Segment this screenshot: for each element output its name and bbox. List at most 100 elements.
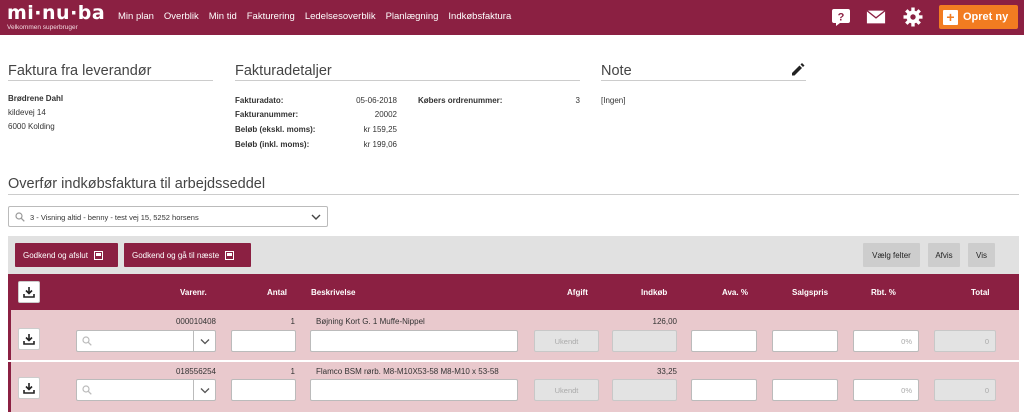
divider: [235, 80, 580, 81]
search-icon: [82, 385, 92, 397]
divider: [193, 331, 194, 351]
save-icon: [93, 250, 103, 260]
description-input[interactable]: [310, 330, 518, 352]
supplier-name: Brødrene Dahl: [8, 94, 64, 103]
total-input[interactable]: 0: [934, 330, 996, 352]
description-input[interactable]: [310, 379, 518, 401]
edit-pencil-icon[interactable]: [790, 62, 805, 77]
fee-placeholder: Ukendt: [554, 337, 579, 346]
sales-price-input[interactable]: [772, 330, 838, 352]
col-item-no: Varenr.: [180, 288, 207, 297]
invoice-number-label: Fakturanummer:: [235, 110, 299, 119]
approve-and-next-button[interactable]: Godkend og gå til næste: [124, 243, 251, 267]
approve-and-close-label: Godkend og afslut: [23, 250, 88, 260]
nav-overblik[interactable]: Overblik: [164, 11, 199, 22]
fee-placeholder: Ukendt: [554, 386, 579, 395]
invoice-details-title: Fakturadetaljer: [235, 63, 332, 79]
row-item-no: 018556254: [175, 367, 216, 376]
nav-planlaegning[interactable]: Planlægning: [386, 11, 439, 22]
welcome-text: Velkommen superbruger: [7, 24, 78, 31]
purchase-input[interactable]: [612, 330, 677, 352]
invoice-number-value: 20002: [374, 110, 397, 119]
worksheet-select[interactable]: 3 - Visning altid - benny - test vej 15,…: [8, 206, 328, 227]
create-new-button[interactable]: + Opret ny: [939, 5, 1018, 29]
download-icon: [23, 334, 35, 345]
qty-input[interactable]: [231, 330, 296, 352]
plus-icon: +: [943, 9, 958, 25]
nav-indkobsfaktura[interactable]: Indkøbsfaktura: [448, 11, 511, 22]
note-value: [Ingen]: [601, 96, 626, 105]
total-placeholder: 0: [984, 386, 989, 395]
save-icon: [225, 250, 235, 260]
row-description: Flamco BSM rørb. M8-M10X53-58 M8-M10 x 5…: [316, 367, 499, 376]
amount-inc-vat-label: Beløb (inkl. moms):: [235, 140, 310, 149]
table-header: [8, 274, 1019, 310]
total-input[interactable]: 0: [934, 379, 996, 401]
nav-min-tid[interactable]: Min tid: [209, 11, 237, 22]
supplier-street: kildevej 14: [8, 108, 46, 117]
col-sales-price: Salgspris: [792, 288, 829, 297]
fee-input[interactable]: Ukendt: [534, 379, 599, 401]
invoice-date-label: Fakturadato:: [235, 96, 284, 105]
markup-input[interactable]: [691, 330, 757, 352]
top-navigation-bar: mi·nu·ba Velkommen superbruger Min plan …: [0, 0, 1024, 35]
chevron-down-icon: [200, 338, 210, 347]
choose-fields-button[interactable]: Vælg felter: [863, 243, 920, 267]
row-qty: 1: [290, 317, 295, 326]
col-fee: Afgift: [567, 288, 588, 297]
col-total: Total: [971, 288, 990, 297]
download-icon: [23, 287, 35, 298]
row-download-button[interactable]: [18, 328, 40, 350]
divider: [601, 80, 806, 81]
discount-placeholder: 0%: [901, 337, 912, 346]
col-description: Beskrivelse: [311, 288, 356, 297]
approve-and-close-button[interactable]: Godkend og afslut: [15, 243, 118, 267]
sales-price-input[interactable]: [772, 379, 838, 401]
col-discount: Rbt. %: [871, 288, 896, 297]
markup-input[interactable]: [691, 379, 757, 401]
show-button[interactable]: Vis: [968, 243, 995, 267]
qty-input[interactable]: [231, 379, 296, 401]
help-icon[interactable]: ?: [831, 7, 851, 27]
discount-input[interactable]: 0%: [853, 330, 919, 352]
row-purchase: 126,00: [652, 317, 677, 326]
buyer-order-label: Købers ordrenummer:: [418, 96, 503, 105]
divider: [8, 80, 213, 81]
svg-text:?: ?: [838, 12, 845, 24]
amount-ex-vat-value: kr 159,25: [363, 125, 397, 134]
transfer-section-title: Overfør indkøbsfaktura til arbejdsseddel: [8, 176, 266, 192]
supplier-section-title: Faktura fra leverandør: [8, 63, 152, 79]
mail-icon[interactable]: [866, 7, 886, 27]
product-search-select[interactable]: [76, 330, 216, 352]
fee-input[interactable]: Ukendt: [534, 330, 599, 352]
nav-fakturering[interactable]: Fakturering: [247, 11, 295, 22]
row-item-no: 000010408: [175, 317, 216, 326]
note-title: Note: [601, 63, 632, 79]
invoice-date-value: 05-06-2018: [356, 96, 397, 105]
row-qty: 1: [290, 367, 295, 376]
row-download-button[interactable]: [18, 377, 40, 399]
nav-ledelsesoverblik[interactable]: Ledelsesoverblik: [305, 11, 376, 22]
discount-placeholder: 0%: [901, 386, 912, 395]
col-purchase: Indkøb: [641, 288, 668, 297]
purchase-input[interactable]: [612, 379, 677, 401]
nav-min-plan[interactable]: Min plan: [118, 11, 154, 22]
logo[interactable]: mi·nu·ba: [7, 3, 105, 23]
create-new-label: Opret ny: [963, 11, 1009, 23]
divider: [193, 380, 194, 400]
col-qty: Antal: [267, 288, 287, 297]
download-icon: [23, 383, 35, 394]
discount-input[interactable]: 0%: [853, 379, 919, 401]
divider: [8, 194, 1019, 195]
search-icon: [82, 336, 92, 348]
buyer-order-value: 3: [575, 96, 580, 105]
download-all-button[interactable]: [18, 281, 40, 303]
product-search-select[interactable]: [76, 379, 216, 401]
settings-gear-icon[interactable]: [903, 7, 923, 27]
supplier-city: 6000 Kolding: [8, 122, 55, 131]
amount-ex-vat-label: Beløb (ekskl. moms):: [235, 125, 316, 134]
worksheet-select-value: 3 - Visning altid - benny - test vej 15,…: [30, 213, 199, 222]
chevron-down-icon: [311, 213, 321, 223]
reject-button[interactable]: Afvis: [928, 243, 960, 267]
total-placeholder: 0: [984, 337, 989, 346]
